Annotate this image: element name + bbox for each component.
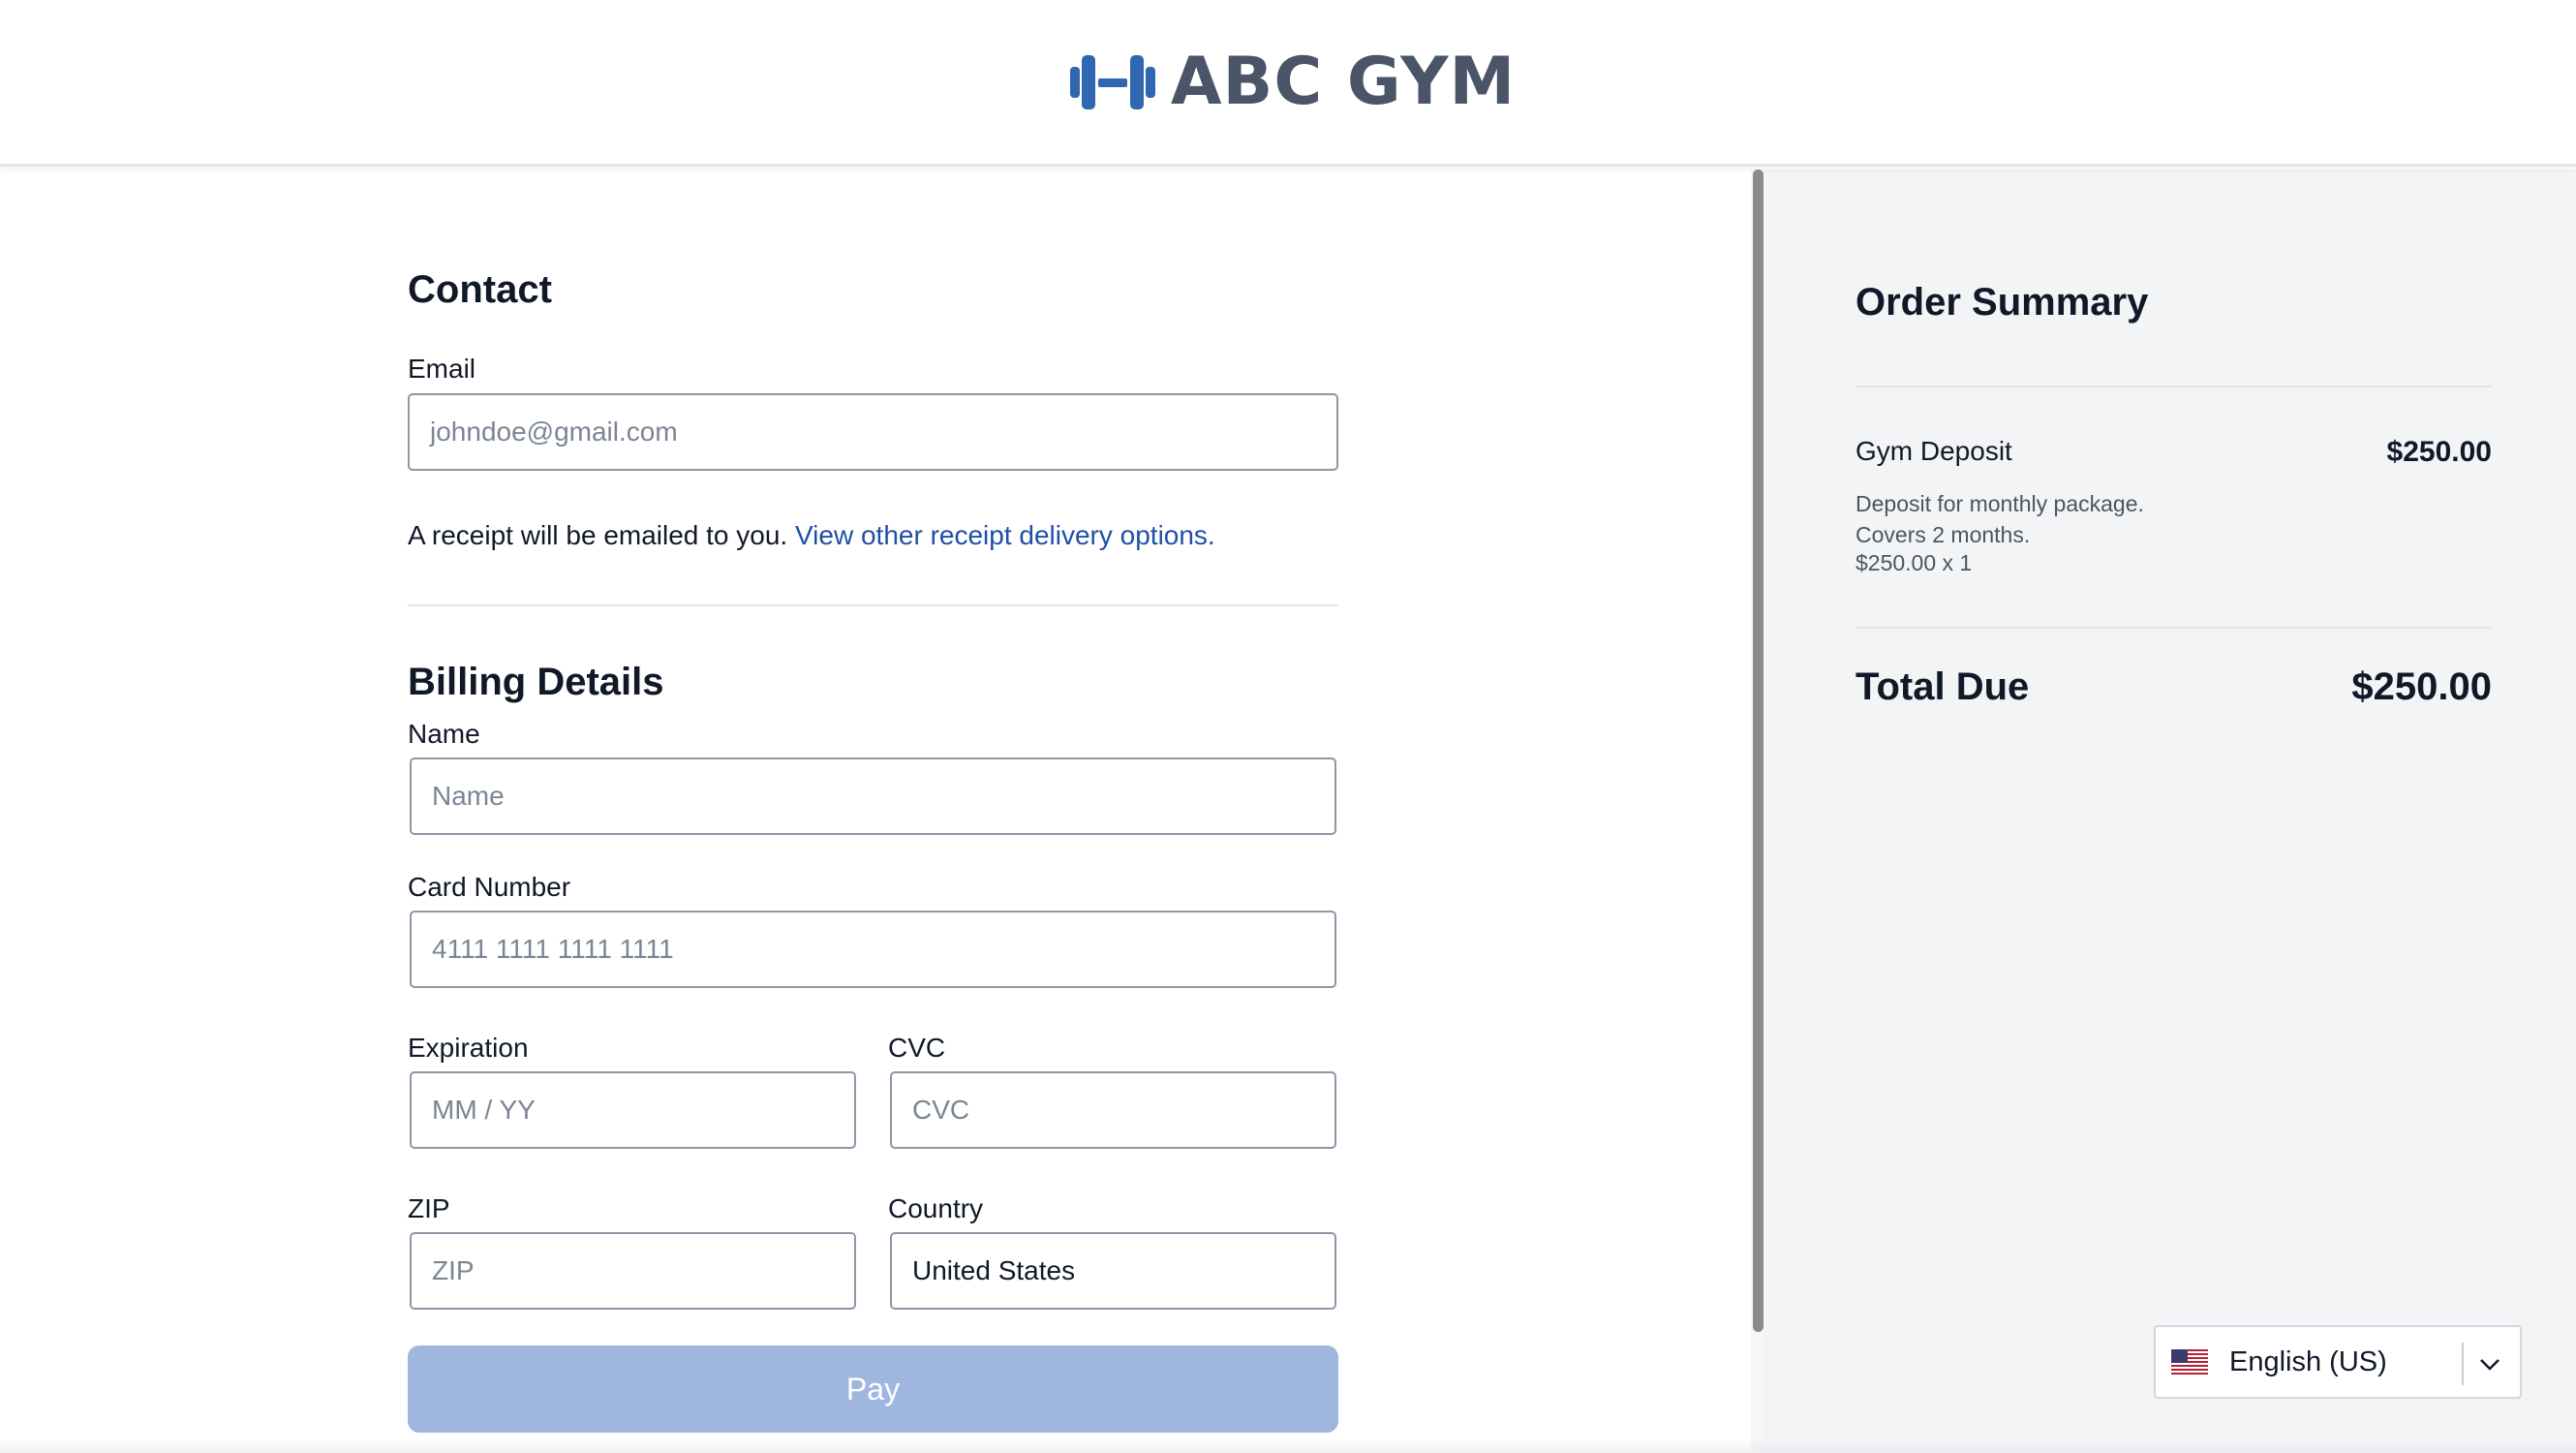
page-header: ABC GYM	[0, 0, 2576, 167]
receipt-note: A receipt will be emailed to you. View o…	[408, 520, 1215, 551]
language-select[interactable]: English (US)	[2154, 1325, 2522, 1399]
contact-title: Contact	[408, 268, 552, 311]
line-item-description: Deposit for monthly package. Covers 2 mo…	[1855, 491, 2144, 547]
zip-label: ZIP	[408, 1193, 450, 1223]
line-item-quantity: $250.00 x 1	[1855, 550, 1973, 575]
line-item-price: $250.00	[2386, 436, 2492, 468]
name-field[interactable]: Name	[410, 757, 1336, 835]
checkout-form-pane: Contact Email johndoe@gmail.com A receip…	[0, 170, 1751, 1453]
pay-button[interactable]: Pay	[408, 1345, 1338, 1433]
chevron-down-icon[interactable]	[2476, 1350, 2503, 1377]
summary-divider-top	[1855, 386, 2491, 387]
country-select[interactable]: United States	[890, 1232, 1336, 1310]
order-summary-title: Order Summary	[1855, 281, 2149, 324]
summary-divider-bottom	[1855, 627, 2491, 629]
scrollbar-thumb[interactable]	[1753, 170, 1763, 1332]
email-label: Email	[408, 354, 476, 384]
card-number-label: Card Number	[408, 872, 571, 902]
total-due-value: $250.00	[2351, 665, 2492, 708]
expiration-field[interactable]: MM / YY	[410, 1071, 856, 1149]
form-scrollbar[interactable]	[1751, 170, 1764, 1453]
card-number-field[interactable]: 4111 1111 1111 1111	[410, 911, 1336, 988]
expiration-label: Expiration	[408, 1033, 529, 1063]
language-select-separator	[2462, 1343, 2464, 1385]
section-divider	[408, 604, 1338, 606]
zip-field[interactable]: ZIP	[410, 1232, 856, 1310]
language-label: English (US)	[2229, 1345, 2387, 1377]
us-flag-icon	[2171, 1349, 2208, 1375]
dumbbell-icon	[1069, 54, 1155, 109]
receipt-delivery-options-link[interactable]: View other receipt delivery options.	[795, 520, 1215, 550]
line-item-name: Gym Deposit	[1855, 436, 2012, 466]
billing-title: Billing Details	[408, 661, 664, 703]
country-label: Country	[888, 1193, 984, 1223]
cvc-field[interactable]: CVC	[890, 1071, 1336, 1149]
cvc-label: CVC	[888, 1033, 946, 1063]
email-field[interactable]: johndoe@gmail.com	[408, 393, 1338, 471]
receipt-text: A receipt will be emailed to you.	[408, 520, 788, 550]
bottom-edge-shadow	[0, 1439, 2576, 1453]
order-summary-panel: Order Summary Gym Deposit $250.00 Deposi…	[1764, 170, 2576, 1453]
total-due-label: Total Due	[1855, 665, 2030, 708]
name-label: Name	[408, 719, 480, 749]
brand-name: ABC GYM	[1170, 44, 1517, 120]
brand-logo: ABC GYM	[1068, 44, 1516, 120]
